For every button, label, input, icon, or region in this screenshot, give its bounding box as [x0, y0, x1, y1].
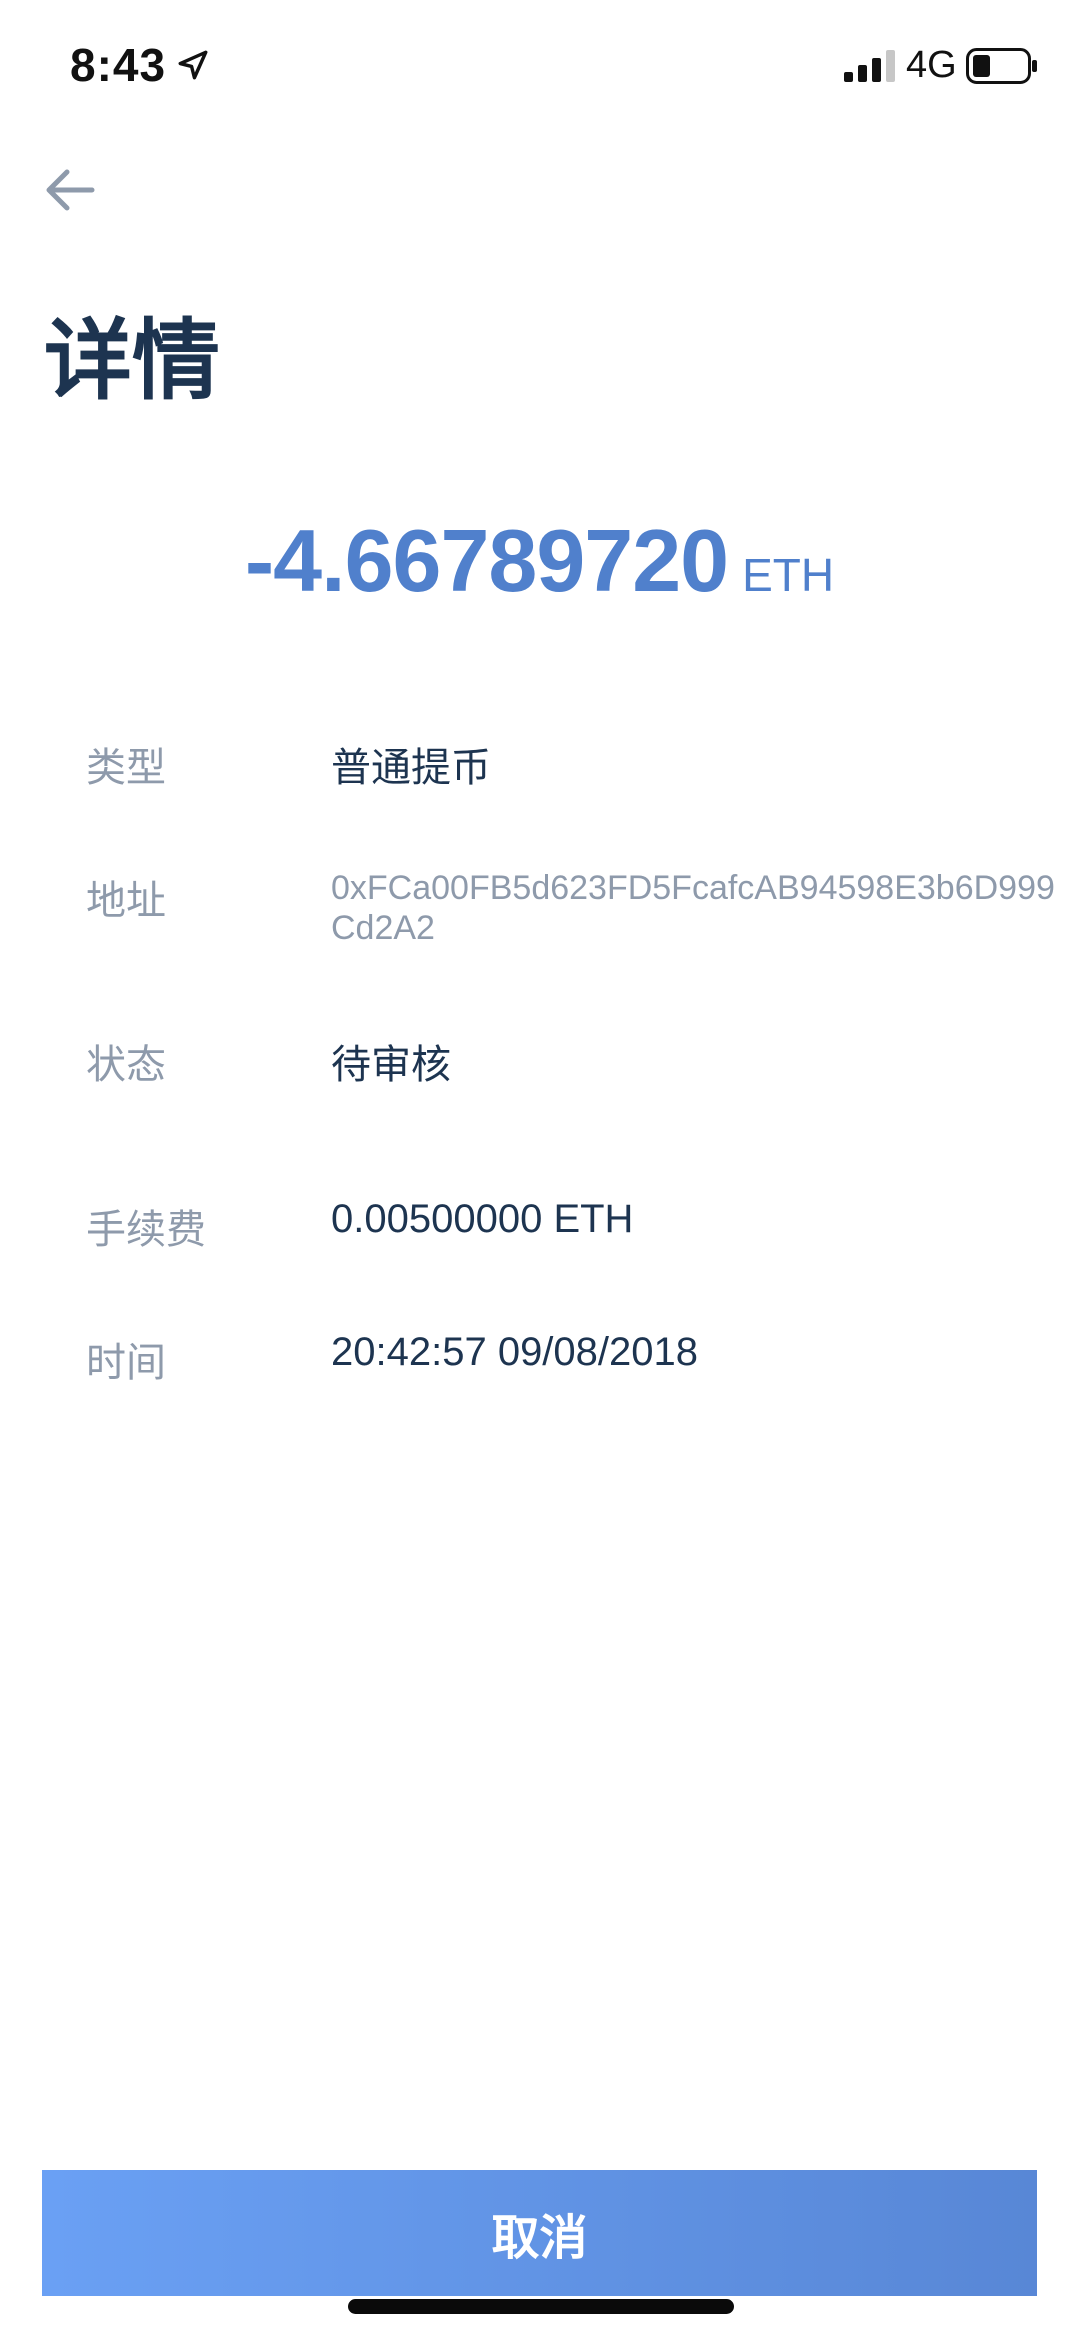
- location-arrow-icon: [178, 50, 208, 80]
- cancel-button[interactable]: 取消: [42, 2170, 1037, 2296]
- detail-value-fee: 0.00500000 ETH: [331, 1197, 634, 1241]
- arrow-left-icon: [46, 169, 95, 211]
- page-title: 详情: [44, 311, 221, 410]
- amount-display: -4.66789720 ETH: [0, 510, 1079, 612]
- status-time: 8:43: [70, 39, 167, 91]
- back-button[interactable]: [40, 160, 100, 220]
- status-bar: 8:43 4G: [0, 0, 1079, 130]
- detail-label-time: 时间: [86, 1341, 166, 1385]
- amount-unit: ETH: [742, 549, 835, 601]
- detail-value-type: 普通提币: [331, 746, 491, 790]
- detail-label-fee: 手续费: [86, 1208, 206, 1252]
- detail-label-address: 地址: [86, 879, 166, 923]
- cellular-signal-icon: [844, 50, 895, 82]
- detail-value-address[interactable]: 0xFCa00FB5d623FD5FcafcAB94598E3b6D999Cd2…: [331, 868, 1071, 948]
- home-indicator[interactable]: [348, 2299, 734, 2314]
- network-type: 4G: [906, 44, 957, 86]
- detail-label-type: 类型: [86, 746, 166, 790]
- detail-value-status: 待审核: [331, 1043, 451, 1087]
- detail-value-time: 20:42:57 09/08/2018: [331, 1330, 699, 1374]
- battery-low-icon: [966, 48, 1037, 84]
- amount-value: -4.66789720: [244, 511, 729, 610]
- detail-label-status: 状态: [86, 1043, 166, 1087]
